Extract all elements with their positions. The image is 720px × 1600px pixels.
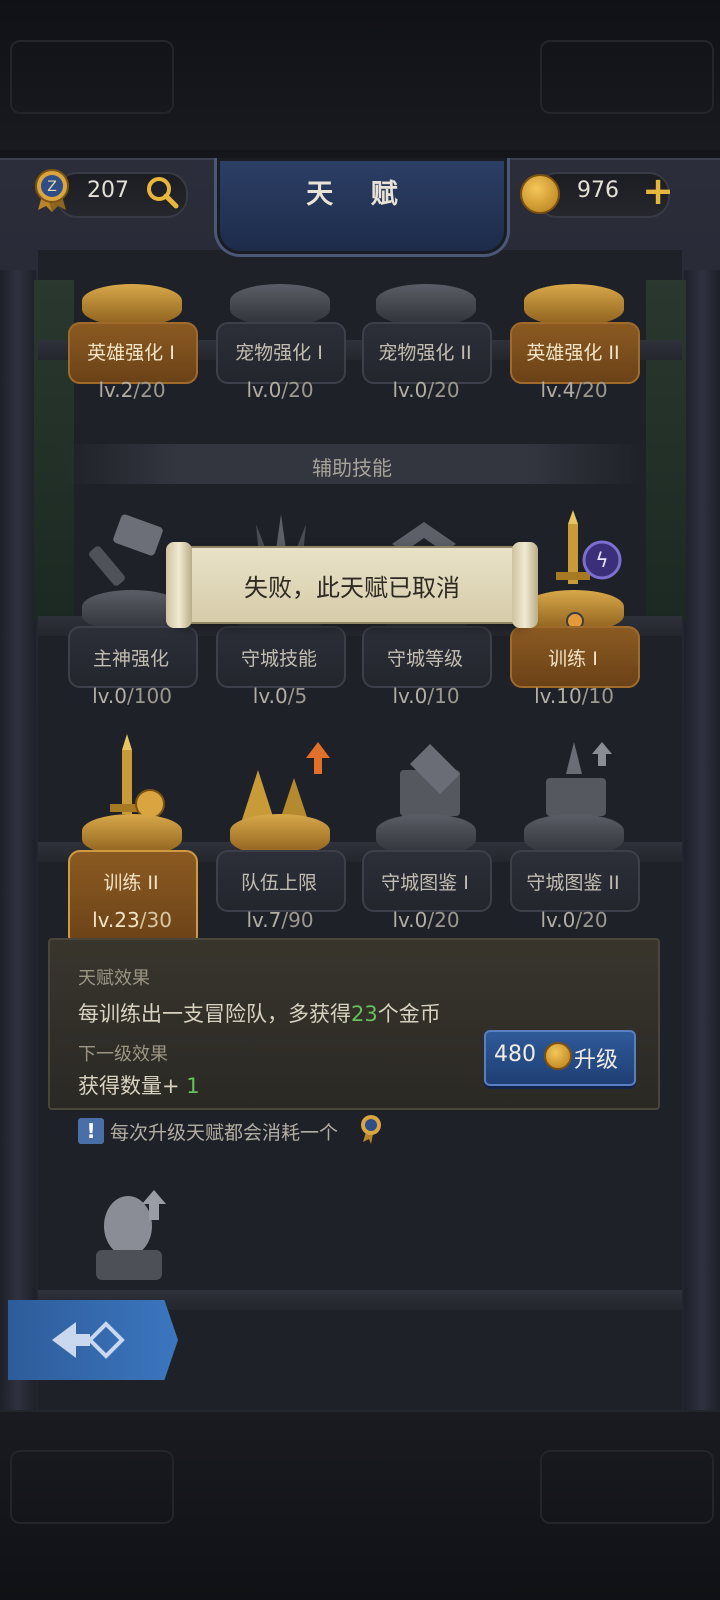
upgrade-cost: 480 [494, 1042, 536, 1067]
next-level-description: 获得数量+ 1 [78, 1074, 200, 1098]
svg-text:Z: Z [47, 179, 57, 195]
talent-level: lv.7/90 [246, 908, 314, 932]
talent-label: 队伍上限 [240, 872, 317, 894]
back-arrow-icon [52, 1321, 125, 1359]
talent-label: 训练 I [548, 648, 598, 670]
talent-points-value: 207 [87, 178, 129, 203]
gold-coin-icon [544, 1042, 572, 1070]
talent-medal-icon [361, 1115, 381, 1144]
background-bottom [0, 1410, 720, 1600]
egg-upgrade-icon [96, 1190, 166, 1280]
toast-message: 失败，此天赋已取消 [244, 574, 460, 602]
talent-level: lv.0/20 [392, 908, 460, 932]
talent-label: 英雄强化 II [526, 342, 620, 364]
svg-text:ϟ: ϟ [595, 548, 608, 572]
talent-label: 守城等级 [386, 648, 463, 670]
talent-level: lv.0/10 [392, 684, 460, 708]
talent-level: lv.10/10 [534, 684, 614, 708]
upgrade-cost-notice: 每次升级天赋都会消耗一个 [110, 1122, 339, 1144]
curtain-right [646, 280, 686, 620]
pedestal [376, 284, 476, 326]
talent-level: lv.23/30 [92, 908, 172, 932]
pedestal [230, 284, 330, 326]
frame-right [684, 270, 720, 1410]
talent-level: lv.0/5 [252, 684, 308, 708]
talent-label: 英雄强化 I [87, 342, 175, 364]
hammer-icon [89, 514, 163, 586]
next-level-title: 下一级效果 [78, 1044, 168, 1065]
section-title: 辅助技能 [312, 456, 392, 480]
effect-description: 每训练出一支冒险队，多获得23个金币 [78, 1002, 441, 1026]
search-icon[interactable] [144, 174, 180, 210]
talent-label: 主神强化 [92, 648, 169, 670]
add-gold-plus-icon[interactable]: + [640, 172, 676, 210]
talent-card-training-2-selected[interactable] [68, 850, 198, 948]
effect-title: 天赋效果 [78, 968, 150, 989]
talent-level: lv.0/20 [392, 378, 460, 402]
exclamation-icon: ! [78, 1118, 104, 1144]
page-title: 天 赋 [306, 179, 412, 210]
talent-label: 守城图鉴 II [526, 872, 620, 894]
background-top [0, 0, 720, 150]
talent-medal-icon: Z [35, 169, 69, 212]
talent-label: 守城技能 [240, 648, 317, 670]
talent-level: lv.0/20 [540, 908, 608, 932]
gold-value: 976 [577, 178, 619, 203]
frame-left [0, 270, 36, 1410]
talent-level: lv.4/20 [540, 378, 608, 402]
talent-label: 宠物强化 I [235, 342, 323, 364]
talent-label: 宠物强化 II [378, 342, 472, 364]
gold-coin-icon [520, 174, 560, 214]
talent-level: lv.0/100 [92, 684, 172, 708]
pedestal [82, 284, 182, 326]
talent-label: 训练 II [103, 872, 159, 894]
talent-level: lv.2/20 [98, 378, 166, 402]
talent-label: 守城图鉴 I [381, 872, 469, 894]
pedestal [524, 284, 624, 326]
upgrade-label: 升级 [574, 1048, 619, 1073]
talent-level: lv.0/20 [246, 378, 314, 402]
